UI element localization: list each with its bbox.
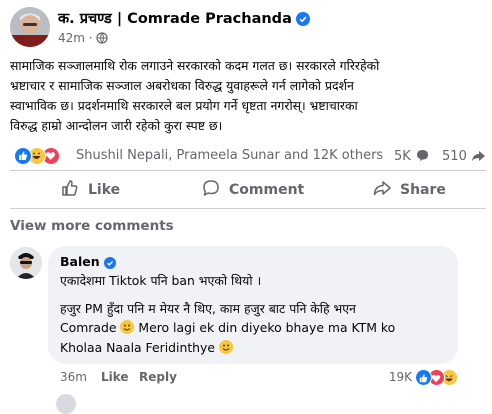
next-comment-avatar[interactable] (56, 394, 76, 414)
comment-label[interactable]: Comment (229, 182, 304, 198)
like-icon (415, 368, 432, 386)
comment-text-line: Comrade Mero lagi ek din diyeko bhaye ma… (60, 320, 396, 335)
divider (10, 208, 486, 209)
like-icon (14, 147, 32, 165)
verified-badge-icon (103, 257, 116, 272)
like-label[interactable]: Like (88, 182, 120, 198)
engagement-counts: 5K 510 (394, 148, 486, 167)
globe-icon (96, 32, 109, 47)
post-author-avatar[interactable] (10, 7, 50, 47)
comment-time[interactable]: 36m (60, 370, 87, 384)
comment-count[interactable]: 5K (394, 149, 411, 164)
post-body-line: विरुद्ध हाम्रो आन्दोलन जारी रहेको कुरा स… (10, 118, 223, 133)
like-button[interactable]: Like (60, 178, 120, 202)
reactions-summary[interactable]: Shushil Nepali, Prameela Sunar and 12K o… (76, 148, 383, 163)
comment-author-avatar[interactable] (10, 247, 42, 279)
comment-reactions[interactable]: 19K (389, 367, 458, 387)
smile-emoji-icon (218, 340, 233, 354)
comment-count-icon (415, 148, 430, 167)
like-icon (60, 178, 88, 202)
comment-text-line: एकादेशमा Tiktok पनि ban भएको थियो । (60, 273, 262, 288)
verified-badge-icon (295, 12, 310, 30)
divider (10, 170, 486, 171)
reaction-icons[interactable] (14, 147, 74, 165)
post-body-line: सामाजिक सञ्जालमाथि रोक लगाउने सरकारको कद… (10, 58, 380, 73)
comment-text-line: हजुर PM हुँदा पनि म मेयर नै थिए, काम हजु… (60, 301, 356, 316)
share-label[interactable]: Share (400, 182, 446, 198)
post-author-name[interactable]: क. प्रचण्ड | Comrade Prachanda (58, 8, 310, 30)
reactions-row: Shushil Nepali, Prameela Sunar and 12K o… (10, 146, 486, 166)
post-body-line: भ्रष्टाचार र सामाजिक सञ्जाल अबरोधका विरु… (10, 78, 354, 93)
share-count[interactable]: 510 (442, 149, 467, 164)
meta-separator: · (88, 31, 93, 45)
comment-icon (201, 178, 229, 202)
comment-author[interactable]: Balen (60, 254, 116, 272)
post-body-line: स्वाभाविक छ। प्रदर्शनमाथि सरकारले बल प्र… (10, 98, 358, 113)
post-meta: 42m · (58, 31, 109, 47)
comment-text-line: Kholaa Naala Feridinthye (60, 340, 233, 355)
view-more-comments-link[interactable]: View more comments (10, 218, 174, 234)
share-icon (372, 178, 400, 202)
share-count-icon (471, 148, 486, 167)
comment-reaction-count: 19K (388, 370, 412, 384)
share-button[interactable]: Share (372, 178, 446, 202)
comment-like-button[interactable]: Like (101, 370, 129, 384)
smile-emoji-icon (120, 320, 135, 334)
post-body: सामाजिक सञ्जालमाथि रोक लगाउने सरकारको कद… (10, 56, 488, 136)
comment-reply-button[interactable]: Reply (139, 370, 177, 384)
post-time[interactable]: 42m (58, 31, 85, 45)
comment-button[interactable]: Comment (201, 178, 304, 202)
